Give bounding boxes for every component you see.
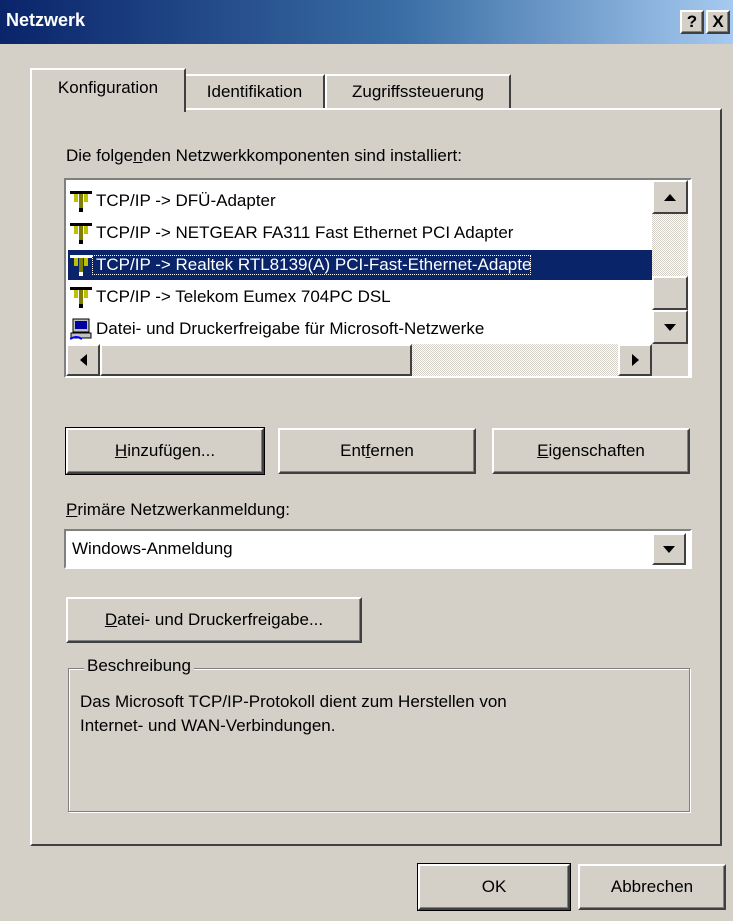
- list-item-label: TCP/IP -> Realtek RTL8139(A) PCI-Fast-Et…: [92, 255, 532, 275]
- arrow-left-icon: [79, 354, 87, 366]
- list-item-label: TCP/IP -> Telekom Eumex 704PC DSL: [96, 287, 391, 306]
- add-button[interactable]: Hinzufügen...: [65, 427, 265, 475]
- list-item[interactable]: TCP/IP -> DFÜ-Adapter: [68, 186, 654, 216]
- tab-identifikation[interactable]: Identifikation: [184, 74, 325, 108]
- list-item[interactable]: Datei- und Druckerfreigabe für Microsoft…: [68, 314, 654, 344]
- list-item-label: Datei- und Druckerfreigabe für Microsoft…: [96, 319, 485, 338]
- scroll-down-button[interactable]: [652, 310, 688, 344]
- list-item[interactable]: TCP/IP -> Telekom Eumex 704PC DSL: [68, 282, 654, 312]
- properties-button[interactable]: Eigenschaften: [492, 428, 690, 474]
- network-cable-icon: [70, 253, 92, 277]
- window-title: Netzwerk: [6, 10, 86, 30]
- tab-zugriffssteuerung-label: Zugriffssteuerung: [352, 82, 484, 101]
- network-cable-icon: [70, 221, 92, 245]
- arrow-up-icon: [664, 193, 676, 201]
- network-cable-icon: [70, 189, 92, 213]
- horizontal-scroll-thumb[interactable]: [100, 344, 412, 376]
- arrow-right-icon: [631, 354, 639, 366]
- tab-identifikation-label: Identifikation: [206, 82, 303, 101]
- arrow-down-icon: [664, 323, 676, 331]
- tab-konfiguration-label: Konfiguration: [57, 78, 159, 97]
- primary-logon-select[interactable]: Windows-Anmeldung: [64, 529, 692, 569]
- list-item[interactable]: TCP/IP -> NETGEAR FA311 Fast Ethernet PC…: [68, 218, 654, 248]
- primary-logon-value: Windows-Anmeldung: [72, 539, 233, 558]
- list-item-label: TCP/IP -> NETGEAR FA311 Fast Ethernet PC…: [96, 223, 514, 242]
- description-legend: Beschreibung: [84, 656, 194, 676]
- scroll-up-button[interactable]: [652, 180, 688, 214]
- description-text: Das Microsoft TCP/IP-Protokoll dient zum…: [80, 692, 507, 735]
- vertical-scroll-thumb[interactable]: [652, 276, 688, 310]
- tab-zugriffssteuerung[interactable]: Zugriffssteuerung: [325, 74, 511, 108]
- remove-button[interactable]: Entfernen: [278, 428, 476, 474]
- scroll-left-button[interactable]: [66, 344, 100, 376]
- ok-button[interactable]: OK: [417, 863, 571, 911]
- scroll-right-button[interactable]: [618, 344, 652, 376]
- cancel-button[interactable]: Abbrechen: [578, 864, 726, 910]
- file-print-sharing-button[interactable]: Datei- und Druckerfreigabe...: [66, 597, 362, 643]
- help-icon: ?: [686, 12, 698, 31]
- close-button[interactable]: X: [706, 10, 730, 34]
- primary-logon-label: Primäre Netzwerkanmeldung:: [66, 500, 290, 519]
- dropdown-button[interactable]: [652, 533, 686, 565]
- help-button[interactable]: ?: [680, 10, 704, 34]
- tab-konfiguration[interactable]: Konfiguration: [30, 68, 186, 112]
- list-item-label: TCP/IP -> DFÜ-Adapter: [96, 191, 276, 210]
- title-bar[interactable]: [0, 0, 733, 44]
- close-icon: X: [712, 12, 724, 31]
- components-listbox[interactable]: TCP/IP -> DFÜ-Adapter TCP/IP -> NETGEAR …: [64, 178, 692, 378]
- computer-share-icon: [69, 317, 92, 341]
- scroll-corner: [652, 344, 688, 376]
- list-item-selected[interactable]: TCP/IP -> Realtek RTL8139(A) PCI-Fast-Et…: [68, 250, 654, 280]
- components-label: Die folgenden Netzwerkkomponenten sind i…: [66, 146, 462, 165]
- chevron-down-icon: [663, 545, 675, 553]
- network-cable-icon: [70, 285, 92, 309]
